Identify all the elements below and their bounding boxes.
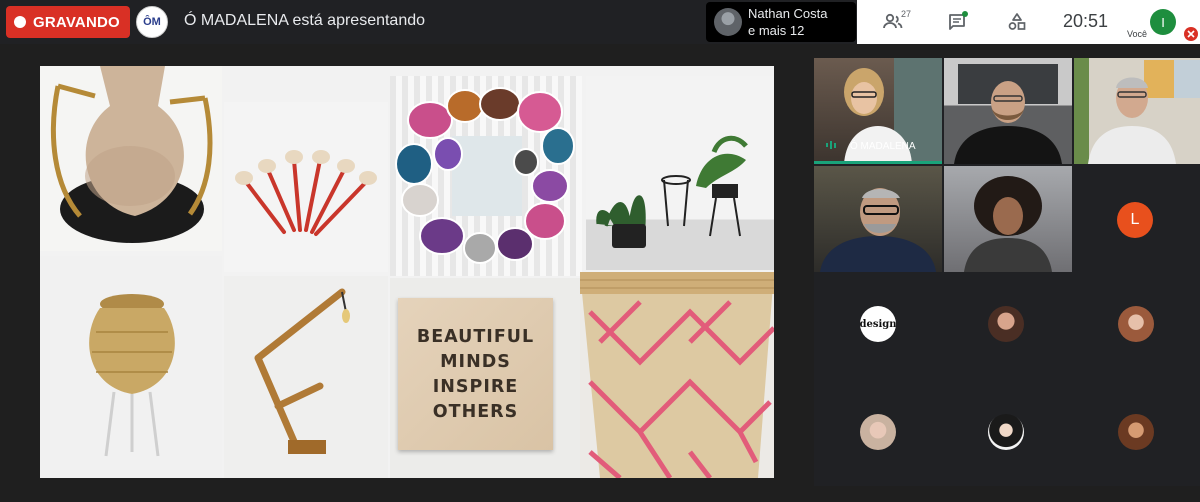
presenting-status: Ó MADALENA está apresentando: [184, 12, 426, 29]
participant-video: [964, 176, 1052, 272]
participant-tile[interactable]: [1074, 58, 1200, 164]
participant-tile-active[interactable]: Ó MADALENA: [814, 58, 942, 164]
meeting-top-bar: GRAVANDO ÔM Ó MADALENA está apresentando…: [0, 0, 1200, 44]
participant-tile[interactable]: [944, 166, 1072, 272]
recording-dot-icon: [14, 16, 26, 28]
active-speaker-indicator[interactable]: Nathan Costa e mais 12: [706, 2, 856, 42]
mic-off-icon: [1184, 27, 1198, 41]
shared-presentation: BEAUTIFUL MINDS INSPIRE OTHERS: [40, 66, 774, 478]
wooden-lamp-photo: [224, 276, 388, 478]
speaker-name: Nathan Costa: [748, 6, 828, 21]
participant-tile[interactable]: [944, 58, 1072, 164]
basket-lamp-photo: [40, 256, 222, 478]
participant-video: [820, 188, 936, 272]
inspiration-sign: BEAUTIFUL MINDS INSPIRE OTHERS: [398, 298, 553, 450]
vase-photo: [40, 66, 222, 251]
sign-line: INSPIRE: [432, 376, 519, 397]
meeting-clock: 20:51: [1063, 11, 1109, 31]
self-label: Você: [1127, 29, 1148, 39]
spoons-photo: [224, 102, 388, 272]
recording-label: GRAVANDO: [33, 13, 120, 31]
sign-line: BEAUTIFUL: [416, 326, 535, 347]
speaker-avatar: [714, 8, 742, 36]
people-count: 27: [901, 9, 912, 19]
plants-photo: [586, 76, 774, 270]
speaker-others: e mais 12: [748, 23, 805, 38]
participant-avatar[interactable]: [860, 414, 896, 450]
activities-icon: [1008, 13, 1026, 30]
agate-mirror-photo: [390, 76, 582, 276]
woven-basket-photo: [580, 272, 774, 478]
sign-line: OTHERS: [432, 401, 519, 422]
sign-line: MINDS: [440, 351, 511, 372]
recording-badge: GRAVANDO: [6, 6, 130, 38]
chat-button[interactable]: [937, 0, 977, 44]
participant-tile[interactable]: [814, 166, 942, 272]
participants-grid: Ó MADALENA L design: [814, 58, 1200, 486]
meeting-controls: 27 20:51 I Você: [857, 0, 1200, 44]
participant-avatar[interactable]: [1118, 306, 1154, 342]
activities-button[interactable]: [997, 0, 1037, 44]
participant-video: [1088, 60, 1200, 164]
people-button[interactable]: 27: [873, 0, 913, 44]
presenter-avatar: ÔM: [136, 6, 168, 38]
participant-design-logo-avatar[interactable]: design: [860, 306, 896, 342]
participant-video: [954, 64, 1062, 164]
participant-name: Ó MADALENA: [850, 141, 916, 152]
participant-avatar[interactable]: [988, 414, 1024, 450]
participant-avatar[interactable]: [1118, 414, 1154, 450]
chat-unread-dot: [962, 11, 968, 17]
participant-initial-avatar: L: [1117, 202, 1153, 238]
speaking-indicator-icon: [826, 141, 836, 149]
participant-avatar[interactable]: [988, 306, 1024, 342]
self-avatar[interactable]: I: [1150, 9, 1176, 35]
